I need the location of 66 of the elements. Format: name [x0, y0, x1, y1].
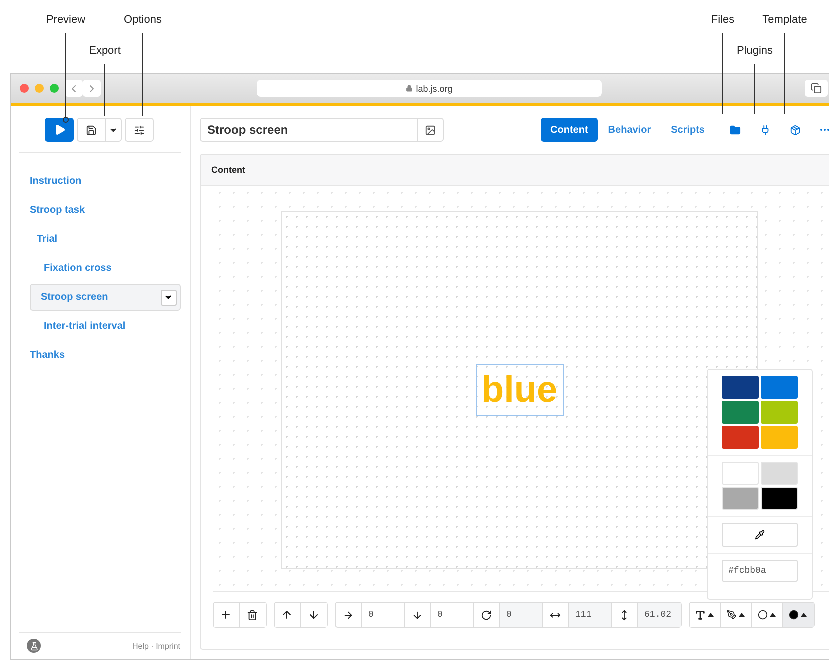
tree-item[interactable]: Fixation cross [33, 254, 181, 283]
eyedropper-icon [754, 530, 765, 540]
move-up-button[interactable] [274, 603, 301, 627]
arrow-up-icon [281, 609, 294, 621]
color-swatch[interactable] [722, 376, 759, 399]
hex-field[interactable]: #fcbb0a [722, 560, 798, 582]
tree-item[interactable]: Inter-trial interval [33, 312, 181, 341]
address-bar[interactable]: lab.js.org [257, 80, 602, 97]
box-icon [790, 124, 800, 136]
color-swatch[interactable] [722, 401, 759, 424]
arrow-down-icon [308, 609, 320, 621]
color-swatch[interactable] [722, 426, 759, 449]
sliders-icon [134, 124, 146, 136]
callout-label: Plugins [736, 45, 774, 57]
copy-icon [811, 83, 822, 94]
callout-label: Options [124, 14, 162, 26]
leader-line [102, 64, 108, 116]
caret-icon [738, 613, 745, 617]
save-icon [86, 124, 98, 136]
dropdown-button[interactable] [160, 290, 177, 306]
folder-icon [730, 124, 740, 136]
plus-icon [220, 609, 232, 621]
card-title: Content [212, 165, 246, 175]
trash-icon [247, 610, 258, 620]
play-icon [54, 124, 66, 136]
url-text: lab.js.org [416, 84, 453, 94]
pen-icon [726, 610, 737, 620]
callout-label: Files [711, 14, 735, 26]
image-button[interactable] [418, 118, 444, 142]
leader-line [752, 64, 758, 114]
tab[interactable]: Content [540, 118, 598, 142]
tab[interactable]: Scripts [661, 118, 715, 142]
callout-label: Export [89, 45, 121, 57]
image-icon [424, 124, 436, 136]
font-button[interactable] [690, 603, 721, 627]
tree-item[interactable]: Stroop task [19, 196, 181, 225]
flask-icon [27, 639, 41, 653]
text-icon [695, 610, 706, 620]
preview-button[interactable] [45, 118, 74, 142]
caret-icon [164, 293, 174, 302]
tabs-button[interactable] [805, 80, 828, 97]
tab[interactable]: Behavior [598, 118, 662, 142]
color-swatch[interactable] [760, 401, 798, 424]
tree-item[interactable]: Instruction [19, 167, 181, 196]
tree-item[interactable]: Stroop screen [30, 284, 181, 311]
dropdown-button[interactable] [106, 118, 122, 142]
caret-icon [708, 613, 714, 617]
fill-button[interactable] [782, 603, 814, 627]
tree-item[interactable]: Trial [26, 225, 181, 254]
callout-label: Template [762, 14, 808, 26]
settings-button[interactable] [125, 118, 154, 142]
filled-circle-icon [789, 610, 800, 620]
save-button[interactable] [77, 118, 106, 142]
color-swatch[interactable] [760, 376, 798, 399]
circle-icon [758, 610, 768, 620]
help-link[interactable]: Help · Imprint [132, 642, 181, 650]
close-button[interactable] [20, 84, 29, 93]
caret-icon [801, 613, 808, 617]
lock-icon [406, 85, 414, 92]
caret-icon [770, 613, 776, 617]
back-button[interactable] [65, 80, 83, 97]
plug-icon [760, 124, 770, 136]
add-button[interactable] [214, 603, 240, 627]
title-field[interactable]: Stroop screen [200, 118, 418, 142]
tree-item[interactable]: Thanks [19, 341, 181, 370]
callout-label: Preview [46, 14, 86, 26]
